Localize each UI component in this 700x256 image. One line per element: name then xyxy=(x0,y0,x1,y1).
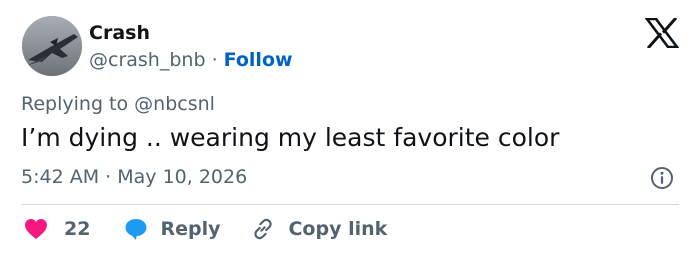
reply-context: Replying to @nbcsnl xyxy=(21,93,215,115)
follow-button[interactable]: Follow xyxy=(224,49,293,71)
action-bar: 22 Reply Copy link xyxy=(24,216,387,242)
copy-link-button[interactable]: Copy link xyxy=(250,216,387,242)
author-handle[interactable]: @crash_bnb xyxy=(89,49,206,71)
heart-icon xyxy=(25,219,47,239)
handle-separator: · xyxy=(211,49,218,71)
info-icon[interactable] xyxy=(650,166,674,190)
avatar-jet-image xyxy=(22,16,82,76)
x-logo-icon[interactable] xyxy=(644,16,680,50)
tweet-text: I’m dying .. wearing my least favorite c… xyxy=(21,123,560,152)
divider xyxy=(21,204,679,205)
timestamp-separator: · xyxy=(105,166,112,188)
tweet-timestamp-link[interactable]: 5:42 AM · May 10, 2026 xyxy=(21,166,247,188)
tweet-time: 5:42 AM xyxy=(21,166,100,188)
like-button[interactable]: 22 xyxy=(24,218,90,240)
link-icon xyxy=(254,218,273,240)
reply-button[interactable]: Reply xyxy=(124,217,220,241)
tweet-date: May 10, 2026 xyxy=(117,166,248,188)
avatar[interactable] xyxy=(22,16,82,76)
like-count: 22 xyxy=(64,218,91,240)
reply-bubble-icon xyxy=(125,219,147,240)
reply-label: Reply xyxy=(160,218,221,240)
copy-link-label: Copy link xyxy=(288,218,388,240)
author-handle-line: @crash_bnb · Follow xyxy=(89,49,293,71)
reply-context-prefix: Replying to xyxy=(21,93,129,115)
author-name[interactable]: Crash xyxy=(89,22,150,44)
reply-mention-link[interactable]: @nbcsnl xyxy=(134,93,215,115)
